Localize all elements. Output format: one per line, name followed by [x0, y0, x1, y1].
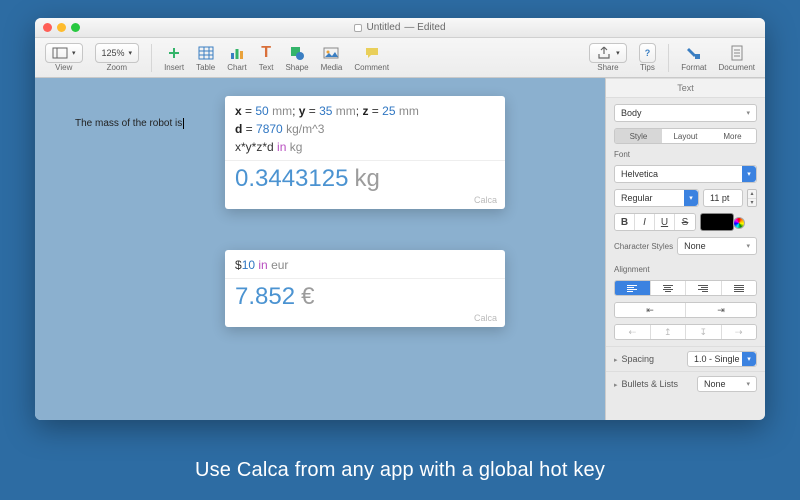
- format-inspector-button[interactable]: Format: [677, 43, 710, 72]
- underline-button[interactable]: U: [655, 214, 675, 230]
- toolbar-divider: [151, 44, 152, 72]
- align-justify-button[interactable]: [722, 281, 757, 295]
- text-style-group: B I U S: [614, 213, 696, 231]
- chevron-right-icon: ▸: [614, 357, 618, 364]
- document-edited-flag: — Edited: [404, 22, 445, 33]
- text-button[interactable]: T Text: [255, 43, 278, 72]
- calca-popover-2: $10 in eur 7.852€ Calca: [225, 250, 505, 327]
- spacing-disclosure[interactable]: ▸Spacing 1.0 - Single▾: [606, 346, 765, 371]
- text-cursor: [183, 118, 184, 129]
- font-label: Font: [614, 150, 757, 159]
- alignment-label: Alignment: [614, 265, 757, 274]
- shape-button[interactable]: Shape: [281, 43, 312, 72]
- inspector-header: Text: [606, 78, 765, 98]
- align-center-button[interactable]: [651, 281, 687, 295]
- outdent-button[interactable]: ⇤: [615, 303, 686, 317]
- marketing-caption: Use Calca from any app with a global hot…: [0, 459, 800, 482]
- document-body-text[interactable]: The mass of the robot is: [75, 118, 184, 129]
- autosave-checkbox-icon[interactable]: [354, 24, 362, 32]
- list-indent-button[interactable]: ⇢: [722, 325, 757, 339]
- calca-input[interactable]: x = 50 mm; y = 35 mm; z = 25 mm d = 7870…: [225, 96, 505, 161]
- chevron-down-icon: ▾: [684, 190, 698, 206]
- toolbar: ▾ View 125%▾ Zoom Insert Table Chart T T…: [35, 38, 765, 78]
- chevron-up-icon: ▴: [748, 190, 756, 199]
- calca-result: 0.3443125kg: [225, 161, 505, 195]
- comment-button[interactable]: Comment: [350, 43, 393, 72]
- media-button[interactable]: Media: [317, 43, 347, 72]
- zoom-control[interactable]: 125%▾ Zoom: [91, 43, 144, 72]
- titlebar: Untitled — Edited: [35, 18, 765, 38]
- text-color-swatch[interactable]: [700, 213, 734, 231]
- font-size-field[interactable]: 11 pt: [703, 189, 743, 207]
- paragraph-style-select[interactable]: Body ▾: [614, 104, 757, 122]
- chevron-down-icon: ▾: [742, 352, 756, 366]
- tips-button[interactable]: ? Tips: [635, 43, 661, 72]
- font-family-select[interactable]: Helvetica▾: [614, 165, 757, 183]
- table-button[interactable]: Table: [192, 43, 219, 72]
- alignment-group: [614, 280, 757, 296]
- document-canvas[interactable]: The mass of the robot is x = 50 mm; y = …: [35, 78, 605, 420]
- window-title: Untitled — Edited: [35, 22, 765, 33]
- chevron-right-icon: ▸: [614, 382, 618, 389]
- inspector-sidebar: Text Body ▾ Style Layout More Font Helve…: [605, 78, 765, 420]
- calca-brand-label: Calca: [225, 313, 505, 327]
- chart-button[interactable]: Chart: [223, 43, 251, 72]
- chevron-down-icon: ▾: [742, 166, 756, 182]
- bullets-disclosure[interactable]: ▸Bullets & Lists None▾: [606, 371, 765, 396]
- seg-style[interactable]: Style: [615, 129, 662, 143]
- insert-button[interactable]: Insert: [160, 43, 188, 72]
- inspector-mode-segment[interactable]: Style Layout More: [614, 128, 757, 144]
- strike-button[interactable]: S: [675, 214, 695, 230]
- calca-input[interactable]: $10 in eur: [225, 250, 505, 279]
- list-level-down-button[interactable]: ↧: [686, 325, 722, 339]
- share-button[interactable]: ▾ Share: [585, 43, 631, 72]
- list-outdent-button[interactable]: ⇠: [615, 325, 651, 339]
- view-button[interactable]: ▾ View: [41, 43, 87, 72]
- calca-result: 7.852€: [225, 279, 505, 313]
- align-left-button[interactable]: [615, 281, 651, 295]
- seg-more[interactable]: More: [709, 129, 756, 143]
- indent-button[interactable]: ⇥: [686, 303, 756, 317]
- chevron-down-icon: ▾: [748, 199, 756, 207]
- char-styles-label: Character Styles: [614, 242, 673, 251]
- bold-button[interactable]: B: [615, 214, 635, 230]
- spacing-select[interactable]: 1.0 - Single▾: [687, 351, 757, 367]
- list-indent-group: ⇠ ↥ ↧ ⇢: [614, 324, 757, 340]
- app-window: Untitled — Edited ▾ View 125%▾ Zoom Inse…: [35, 18, 765, 420]
- italic-button[interactable]: I: [635, 214, 655, 230]
- bullets-select[interactable]: None▾: [697, 376, 757, 392]
- list-level-up-button[interactable]: ↥: [651, 325, 687, 339]
- document-title: Untitled: [366, 22, 400, 33]
- document-inspector-button[interactable]: Document: [715, 43, 759, 72]
- toolbar-divider: [668, 44, 669, 72]
- indent-group: ⇤ ⇥: [614, 302, 757, 318]
- calca-popover-1: x = 50 mm; y = 35 mm; z = 25 mm d = 7870…: [225, 96, 505, 209]
- calca-brand-label: Calca: [225, 195, 505, 209]
- seg-layout[interactable]: Layout: [662, 129, 709, 143]
- char-styles-select[interactable]: None▾: [677, 237, 757, 255]
- align-right-button[interactable]: [686, 281, 722, 295]
- font-weight-select[interactable]: Regular▾: [614, 189, 699, 207]
- font-size-stepper[interactable]: ▴▾: [747, 189, 757, 207]
